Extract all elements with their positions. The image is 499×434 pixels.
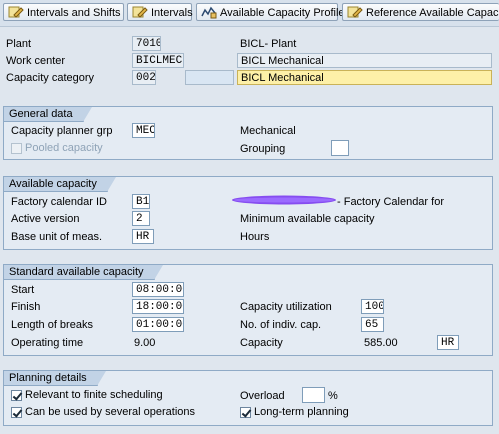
plant-description: BICL- Plant — [240, 38, 297, 50]
base-unit-description: Hours — [240, 231, 270, 243]
standard-available-capacity-title: Standard available capacity — [4, 265, 163, 280]
plant-label: Plant — [6, 38, 32, 50]
capacity-utilization-label: Capacity utilization — [240, 301, 332, 313]
reference-available-capacity-button[interactable]: Reference Available Capacity — [342, 3, 499, 21]
available-capacity-title: Available capacity — [4, 177, 116, 192]
capacity-category-description: BICL Mechanical — [237, 70, 492, 85]
active-version-field[interactable]: 2 — [132, 211, 150, 226]
capacity-category-field[interactable]: 002 — [132, 70, 156, 85]
pooled-capacity-label: Pooled capacity — [25, 142, 103, 154]
start-label: Start — [11, 284, 35, 296]
capacity-planner-label: Capacity planner grp — [11, 125, 113, 137]
active-version-description: Minimum available capacity — [240, 213, 375, 225]
intervals-and-shifts-button[interactable]: Intervals and Shifts — [3, 3, 124, 21]
intervals-button[interactable]: Intervals — [127, 3, 193, 21]
capacity-unit-field[interactable]: HR — [437, 335, 459, 350]
redaction-mark — [230, 193, 338, 207]
capacity-profile-icon — [201, 5, 217, 19]
reference-available-capacity-label: Reference Available Capacity — [366, 7, 499, 19]
capacity-label: Capacity — [240, 337, 283, 349]
work-center-field[interactable]: BICLMECH — [132, 53, 184, 68]
available-capacity-profile-button[interactable]: Available Capacity Profile — [196, 3, 345, 21]
start-field[interactable]: 08:00:00 — [132, 282, 184, 297]
planning-details-title: Planning details — [4, 371, 106, 386]
operating-time-label: Operating time — [11, 337, 84, 349]
plant-field[interactable]: 7010 — [132, 36, 161, 51]
work-center-description: BICL Mechanical — [237, 53, 492, 68]
several-operations-checkbox[interactable] — [11, 407, 22, 418]
capacity-utilization-field[interactable]: 100 — [361, 299, 384, 314]
general-data-title: General data — [4, 107, 92, 122]
edit-pencil-icon — [132, 5, 148, 19]
factory-calendar-description: - Factory Calendar for — [337, 196, 444, 208]
capacity-planner-field[interactable]: MEC — [132, 123, 155, 138]
intervals-and-shifts-label: Intervals and Shifts — [27, 7, 121, 19]
overload-label: Overload — [240, 390, 285, 402]
finish-label: Finish — [11, 301, 41, 313]
grouping-field[interactable] — [331, 140, 349, 156]
capacity-planner-description: Mechanical — [240, 125, 296, 137]
active-version-label: Active version — [11, 213, 80, 225]
application-toolbar: Intervals and Shifts Intervals Available… — [0, 0, 499, 27]
capacity-category-label: Capacity category — [6, 72, 95, 84]
grouping-label: Grouping — [240, 143, 286, 155]
length-of-breaks-field[interactable]: 01:00:00 — [132, 317, 184, 332]
available-capacity-profile-label: Available Capacity Profile — [220, 7, 345, 19]
factory-calendar-label: Factory calendar ID — [11, 196, 107, 208]
factory-calendar-field[interactable]: B1 — [132, 194, 150, 209]
long-term-planning-checkbox[interactable] — [240, 407, 251, 418]
capacity-value: 585.00 — [364, 337, 398, 349]
several-operations-label: Can be used by several operations — [25, 406, 195, 418]
finite-scheduling-checkbox[interactable] — [11, 390, 22, 401]
length-of-breaks-label: Length of breaks — [11, 319, 93, 331]
capacity-category-extra-field[interactable] — [185, 70, 234, 85]
finite-scheduling-label: Relevant to finite scheduling — [25, 389, 163, 401]
edit-pencil-icon — [347, 5, 363, 19]
overload-percent-unit: % — [328, 390, 338, 402]
intervals-label: Intervals — [151, 7, 193, 19]
number-of-individual-capacities-field[interactable]: 65 — [361, 317, 384, 332]
base-unit-label: Base unit of meas. — [11, 231, 103, 243]
work-center-label: Work center — [6, 55, 66, 67]
overload-field[interactable] — [302, 387, 325, 403]
long-term-planning-label: Long-term planning — [254, 406, 349, 418]
finish-field[interactable]: 18:00:00 — [132, 299, 184, 314]
number-of-individual-capacities-label: No. of indiv. cap. — [240, 319, 322, 331]
operating-time-value: 9.00 — [134, 337, 156, 349]
edit-pencil-icon — [8, 5, 24, 19]
pooled-capacity-checkbox[interactable] — [11, 143, 22, 154]
base-unit-field[interactable]: HR — [132, 229, 154, 244]
